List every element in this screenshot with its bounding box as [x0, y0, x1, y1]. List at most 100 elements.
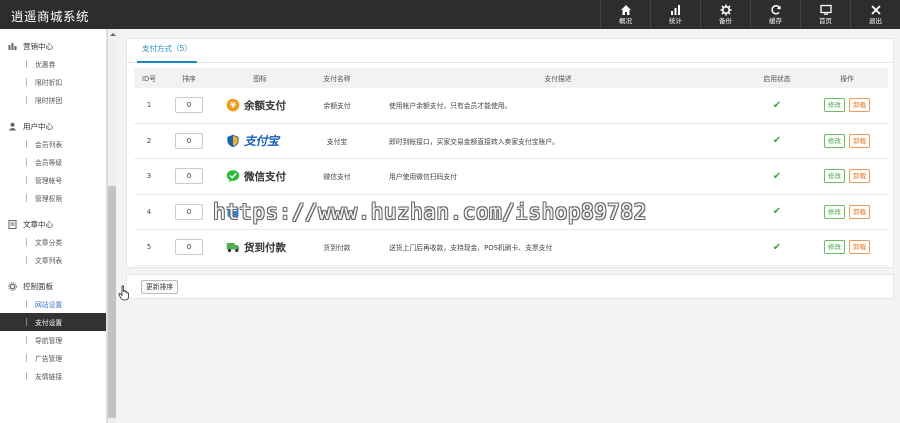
sidebar-item-admin-permissions[interactable]: 管理权限 — [0, 189, 106, 207]
col-status: 启用状态 — [763, 75, 791, 83]
sidebar-item-friend-links[interactable]: 友情链接 — [0, 367, 106, 385]
uninstall-button[interactable]: 卸载 — [849, 204, 871, 219]
sidebar-item-article-list[interactable]: 文章列表 — [0, 251, 106, 269]
sidebar-group-head[interactable]: 控制面板 — [0, 277, 106, 295]
nav-backup[interactable]: 备份 — [700, 0, 750, 29]
sidebar-item-ads[interactable]: 广告管理 — [0, 349, 106, 367]
top-bar: 逍遥商城系统 概况 统计 备份 缓存 首页 退出 — [0, 0, 900, 29]
footer-panel: 更新排序 — [126, 274, 894, 299]
nav-overview[interactable]: 概况 — [600, 0, 650, 29]
tab-payment-methods[interactable]: 支付方式（5） — [137, 39, 197, 63]
payment-desc: 即时到帐接口，买家交易金额直接转入卖家支付宝账户。 — [389, 137, 559, 146]
bar-chart-icon — [670, 5, 680, 16]
user-icon — [8, 122, 17, 131]
sidebar-group-articles: 文章中心 文章分类 文章列表 — [0, 215, 106, 269]
sidebar-item-label: 广告管理 — [35, 355, 63, 363]
sidebar-item-member-list[interactable]: 会员列表 — [0, 135, 106, 153]
nav-label: 首页 — [819, 17, 832, 26]
sidebar-group-head[interactable]: 营销中心 — [0, 37, 106, 55]
payment-name: 货到付款 — [323, 244, 351, 253]
sidebar-item-label: 友情链接 — [35, 373, 63, 381]
sort-input[interactable] — [175, 97, 203, 114]
close-icon — [870, 5, 881, 15]
uninstall-button[interactable]: 卸载 — [849, 169, 871, 184]
uninstall-button[interactable]: 卸载 — [849, 133, 871, 148]
wechat-icon — [226, 170, 240, 183]
nav-label: 概况 — [619, 17, 632, 26]
sort-input[interactable] — [175, 239, 203, 256]
status-check-icon: ✔ — [772, 99, 782, 111]
table-row: 2 支付宝 支付宝 即时到帐接口，买家交易金额直接转入卖家支付宝账户。 ✔ 修改… — [134, 124, 888, 159]
top-nav: 概况 统计 备份 缓存 首页 退出 — [600, 0, 900, 29]
payment-name: 微信支付 — [323, 173, 351, 182]
payment-logo-text: 微信支付 — [244, 170, 286, 183]
row-id: 1 — [146, 101, 152, 110]
table-header: ID号 排序 图标 支付名称 支付描述 启用状态 操作 — [134, 68, 888, 88]
edit-button[interactable]: 修改 — [823, 204, 845, 219]
payment-logo: ¥ 余额支付 — [214, 98, 306, 113]
payment-logo-text: 余额支付 — [244, 99, 286, 112]
edit-button[interactable]: 修改 — [823, 169, 845, 184]
scroll-up-arrow-icon[interactable] — [110, 33, 116, 36]
sidebar-item-article-categories[interactable]: 文章分类 — [0, 233, 106, 251]
edit-button[interactable]: 修改 — [823, 133, 845, 148]
sidebar-item-site-settings[interactable]: 网站设置 — [0, 295, 106, 313]
tab-bar: 支付方式（5） — [127, 39, 893, 63]
sidebar-item-flash-discount[interactable]: 限时折扣 — [0, 73, 106, 91]
table-row: 1 ¥ 余额支付 余额支付 使用帐户余额支付，只有会员才能使用。 ✔ 修改 卸载 — [134, 88, 888, 124]
uninstall-button[interactable]: 卸载 — [849, 98, 871, 113]
nav-logout[interactable]: 退出 — [850, 0, 900, 29]
status-check-icon: ✔ — [772, 170, 782, 182]
row-id: 5 — [146, 243, 152, 252]
sidebar-item-label: 支付设置 — [35, 319, 63, 327]
payment-logo-text: 货到付款 — [244, 241, 286, 254]
sidebar-item-member-level[interactable]: 会员等级 — [0, 153, 106, 171]
refresh-icon — [770, 5, 781, 15]
nav-label: 统计 — [669, 17, 682, 26]
payment-methods-panel: 支付方式（5） ID号 排序 图标 支付名称 支付描述 启用状态 操作 1 ¥ … — [126, 38, 894, 268]
nav-stats[interactable]: 统计 — [650, 0, 700, 29]
gear-icon — [720, 4, 731, 16]
sidebar-group-head[interactable]: 用户中心 — [0, 117, 106, 135]
marketing-icon — [8, 42, 17, 51]
payment-name: 余额支付 — [323, 102, 351, 111]
sidebar-item-navigation[interactable]: 导航管理 — [0, 331, 106, 349]
sidebar-item-label: 管理帐号 — [35, 177, 63, 185]
edit-button[interactable]: 修改 — [823, 240, 845, 255]
sort-input[interactable] — [175, 132, 203, 149]
row-id: 3 — [146, 172, 152, 181]
payment-logo: 微信支付 — [214, 169, 306, 184]
row-id: 2 — [146, 136, 152, 145]
svg-text:¥: ¥ — [230, 101, 236, 110]
sidebar-item-label: 网站设置 — [35, 301, 63, 309]
sidebar-group-users: 用户中心 会员列表 会员等级 管理帐号 管理权限 — [0, 117, 106, 207]
sort-input[interactable] — [175, 168, 203, 185]
sort-input[interactable] — [175, 203, 203, 220]
sidebar-item-label: 会员等级 — [35, 159, 63, 167]
sidebar-scroll-thumb[interactable] — [108, 186, 116, 418]
sidebar-group-title: 用户中心 — [23, 121, 53, 131]
payment-desc: 使用帐户余额支付，只有会员才能使用。 — [389, 102, 512, 111]
sidebar-group-head[interactable]: 文章中心 — [0, 215, 106, 233]
col-id: ID号 — [141, 75, 157, 83]
sidebar-item-coupons[interactable]: 优惠券 — [0, 55, 106, 73]
balance-icon: ¥ — [226, 98, 240, 112]
col-actions: 操作 — [840, 75, 854, 83]
nav-home[interactable]: 首页 — [800, 0, 850, 29]
sidebar: 营销中心 优惠券 限时折扣 限时拼团 用户中心 会员列表 会员等级 管理帐号 管… — [0, 29, 107, 423]
sidebar-item-label: 导航管理 — [35, 337, 63, 345]
sidebar-item-admin-accounts[interactable]: 管理帐号 — [0, 171, 106, 189]
sidebar-item-payment-settings[interactable]: 支付设置 — [0, 313, 106, 331]
sidebar-item-label: 管理权限 — [35, 195, 63, 203]
status-check-icon: ✔ — [772, 206, 782, 218]
uninstall-button[interactable]: 卸载 — [849, 240, 871, 255]
sidebar-item-label: 会员列表 — [35, 141, 63, 149]
sidebar-item-group-buy[interactable]: 限时拼团 — [0, 91, 106, 109]
sidebar-group-title: 文章中心 — [23, 219, 53, 229]
nav-cache[interactable]: 缓存 — [750, 0, 800, 29]
monitor-icon — [819, 5, 832, 16]
hand-cursor-icon — [118, 285, 130, 301]
update-sort-button[interactable]: 更新排序 — [141, 280, 179, 294]
payment-logo-text: 支付宝 — [244, 134, 279, 149]
edit-button[interactable]: 修改 — [823, 98, 845, 113]
